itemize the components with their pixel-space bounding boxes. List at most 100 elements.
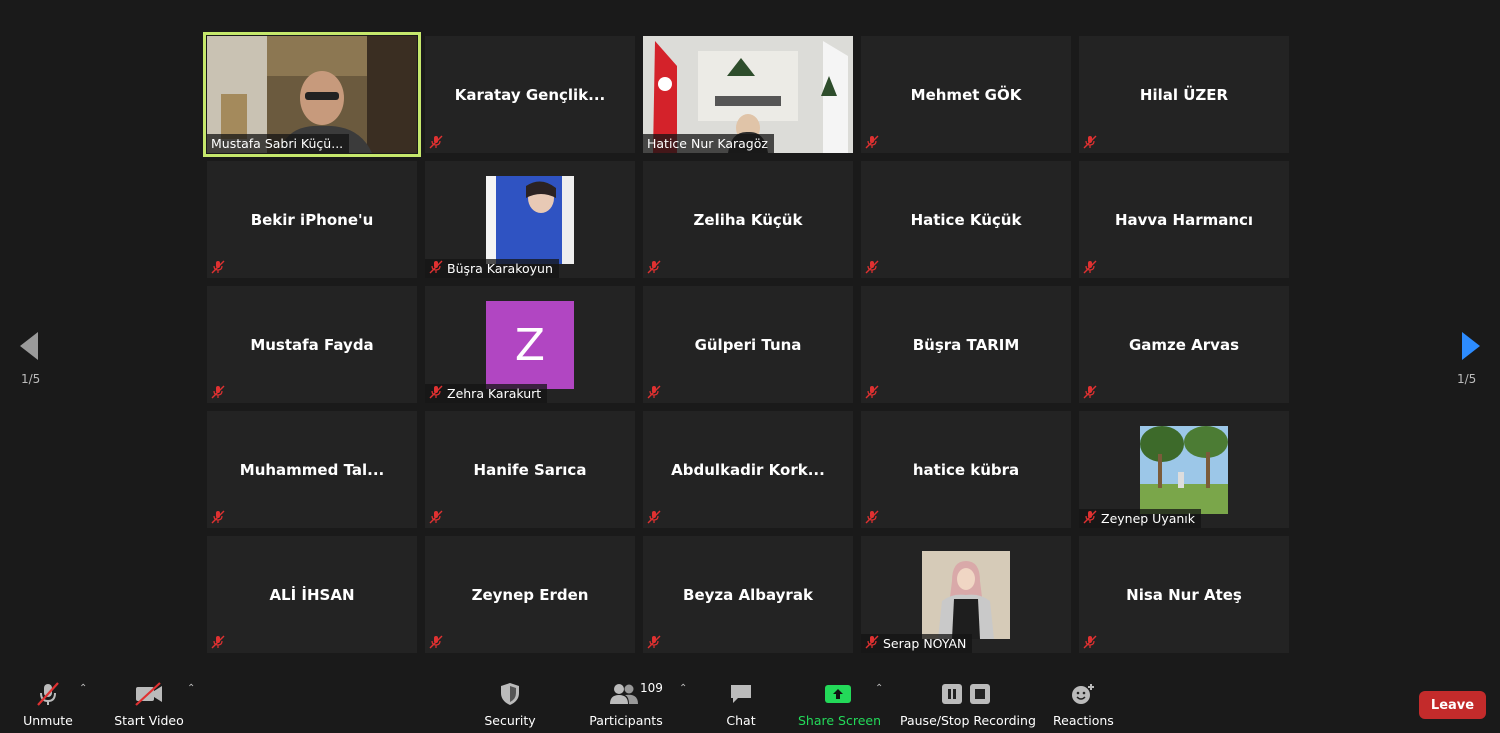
leave-button[interactable]: Leave [1419,691,1486,719]
page-indicator-right: 1/5 [1457,372,1477,386]
participant-tile[interactable]: Karatay Gençlik... [425,36,635,153]
pause-stop-recording-button[interactable]: Pause/Stop Recording [900,681,1036,728]
participant-name: Gamze Arvas [1128,335,1240,354]
shield-icon [501,683,519,705]
muted-mic-icon [1083,385,1097,399]
start-video-button[interactable]: Start Video [113,681,185,728]
chat-icon [731,685,751,703]
participant-tile[interactable]: Serap NOYAN [861,536,1071,653]
participants-options-caret-icon[interactable]: ⌃ [679,683,687,694]
participant-tile[interactable]: Muhammed Tal... [207,411,417,528]
participants-label: Participants [589,713,663,728]
participant-name: Nisa Nur Ateş [1126,585,1242,604]
share-screen-label: Share Screen [798,713,882,728]
page-indicator-left: 1/5 [21,372,41,386]
stop-icon [970,684,990,704]
participant-name: Muhammed Tal... [239,460,385,479]
participant-tile[interactable]: Zeliha Küçük [643,161,853,278]
participant-name: Hatice Nur Karagöz [643,134,774,153]
participant-name: Zehra Karakurt [425,384,548,403]
participant-tile[interactable]: Beyza Albayrak [643,536,853,653]
prev-page-arrow-icon[interactable] [18,330,40,362]
participant-tile[interactable]: Hanife Sarıca [425,411,635,528]
participant-tile[interactable]: Gülperi Tuna [643,286,853,403]
participant-tile[interactable]: Mustafa Sabri Küçü... [203,32,421,157]
reactions-smiley-icon [1072,684,1094,704]
participant-name: Mehmet GÖK [910,85,1022,104]
participant-tile[interactable]: ALİ İHSAN [207,536,417,653]
participant-name: Abdulkadir Kork... [671,460,825,479]
participant-name: Büşra Karakoyun [425,259,559,278]
participants-button[interactable]: 109 Participants [588,681,664,728]
participant-photo [922,551,1010,639]
muted-mic-icon [865,635,879,649]
muted-mic-icon [865,510,879,524]
participant-tile[interactable]: Bekir iPhone'u [207,161,417,278]
participant-tile[interactable]: Zeynep Uyanık [1079,411,1289,528]
muted-mic-icon [1083,510,1097,524]
participant-tile[interactable]: Zeynep Erden [425,536,635,653]
muted-mic-icon [865,260,879,274]
participant-tile[interactable]: Z Zehra Karakurt [425,286,635,403]
participant-tile[interactable]: Hatice Nur Karagöz [643,36,853,153]
participant-name: Zeliha Küçük [693,210,803,229]
muted-mic-icon [211,635,225,649]
audio-options-caret-icon[interactable]: ⌃ [79,683,87,694]
muted-mic-icon [429,510,443,524]
video-options-caret-icon[interactable]: ⌃ [187,683,195,694]
participant-tile[interactable]: hatice kübra [861,411,1071,528]
share-screen-button[interactable]: Share Screen [798,681,882,728]
participant-tile[interactable]: Mehmet GÖK [861,36,1071,153]
chat-label: Chat [726,713,756,728]
participant-tile[interactable]: Mustafa Fayda [207,286,417,403]
participant-name: Büşra TARIM [912,335,1020,354]
participant-name: Karatay Gençlik... [454,85,606,104]
muted-mic-icon [211,260,225,274]
reactions-label: Reactions [1053,713,1114,728]
participant-avatar: Z [486,301,574,389]
muted-mic-icon [1083,635,1097,649]
security-label: Security [484,713,536,728]
participant-photo [1140,426,1228,514]
reactions-button[interactable]: Reactions [1053,681,1114,728]
video-off-icon [135,682,162,706]
participant-name: Mustafa Fayda [250,335,374,354]
share-screen-icon [825,685,851,703]
pause-icon [942,684,962,704]
participant-tile[interactable]: Gamze Arvas [1079,286,1289,403]
muted-mic-icon [1083,135,1097,149]
participant-tile[interactable]: Büşra Karakoyun [425,161,635,278]
chat-button[interactable]: Chat [716,681,766,728]
participant-tile[interactable]: Abdulkadir Kork... [643,411,853,528]
participant-name: Mustafa Sabri Küçü... [207,134,350,153]
participant-photo [486,176,574,264]
participant-tile[interactable]: Hatice Küçük [861,161,1071,278]
participant-tile[interactable]: Havva Harmancı [1079,161,1289,278]
muted-mic-icon [37,682,59,706]
participants-count: 109 [640,681,663,695]
security-button[interactable]: Security [480,681,540,728]
muted-mic-icon [647,510,661,524]
muted-mic-icon [865,135,879,149]
recording-label: Pause/Stop Recording [900,713,1036,728]
participant-tile[interactable]: Hilal ÜZER [1079,36,1289,153]
participant-name: ALİ İHSAN [269,585,355,604]
muted-mic-icon [429,385,443,399]
participant-name: Zeynep Uyanık [1079,509,1202,528]
unmute-button[interactable]: Unmute [18,681,78,728]
participant-tile[interactable]: Nisa Nur Ateş [1079,536,1289,653]
muted-mic-icon [211,510,225,524]
participant-name: Zeynep Erden [471,585,589,604]
participant-name: Hatice Küçük [910,210,1022,229]
next-page-arrow-icon[interactable] [1460,330,1482,362]
unmute-label: Unmute [23,713,73,728]
participant-name: Havva Harmancı [1114,210,1254,229]
participant-name: Beyza Albayrak [683,585,813,604]
participants-icon [610,684,638,704]
participant-tile[interactable]: Büşra TARIM [861,286,1071,403]
muted-mic-icon [647,260,661,274]
muted-mic-icon [211,385,225,399]
share-options-caret-icon[interactable]: ⌃ [875,683,883,694]
participant-name: hatice kübra [912,460,1020,479]
muted-mic-icon [647,635,661,649]
